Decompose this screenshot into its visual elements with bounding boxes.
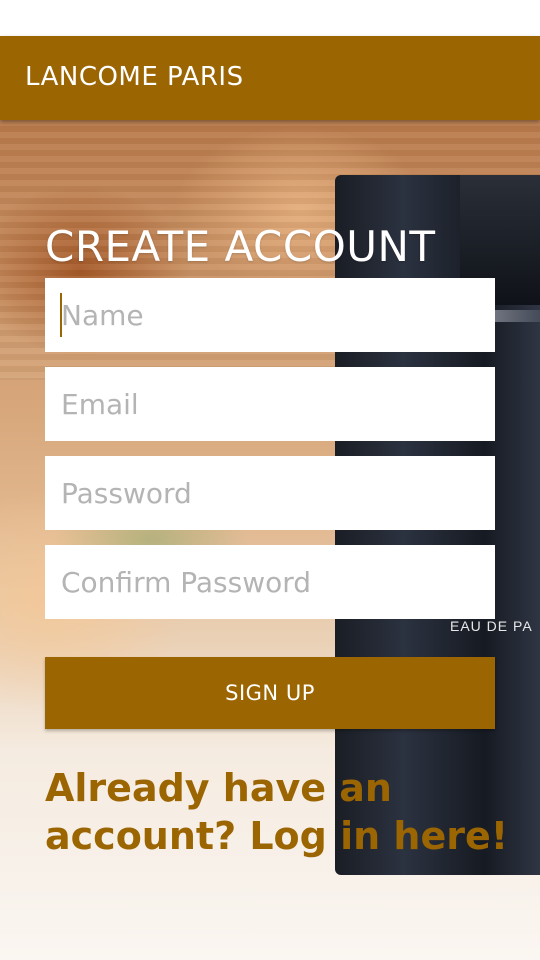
name-field[interactable]	[45, 278, 495, 352]
email-field[interactable]	[45, 367, 495, 441]
bottle-label-text: EAU DE PA	[450, 618, 533, 634]
confirm-password-field[interactable]	[45, 545, 495, 619]
name-input[interactable]	[61, 298, 495, 332]
sign-up-button[interactable]: SIGN UP	[45, 657, 495, 729]
email-input[interactable]	[61, 387, 495, 421]
login-link[interactable]: Already have an account? Log in here!	[45, 764, 515, 860]
text-cursor	[60, 293, 62, 337]
password-field[interactable]	[45, 456, 495, 530]
app-bar: LANCOME PARIS	[0, 36, 540, 120]
page-title: CREATE ACCOUNT	[45, 222, 436, 271]
status-bar	[0, 0, 540, 36]
app-title: LANCOME PARIS	[25, 62, 244, 92]
password-input[interactable]	[61, 476, 495, 510]
confirm-password-input[interactable]	[61, 565, 495, 599]
